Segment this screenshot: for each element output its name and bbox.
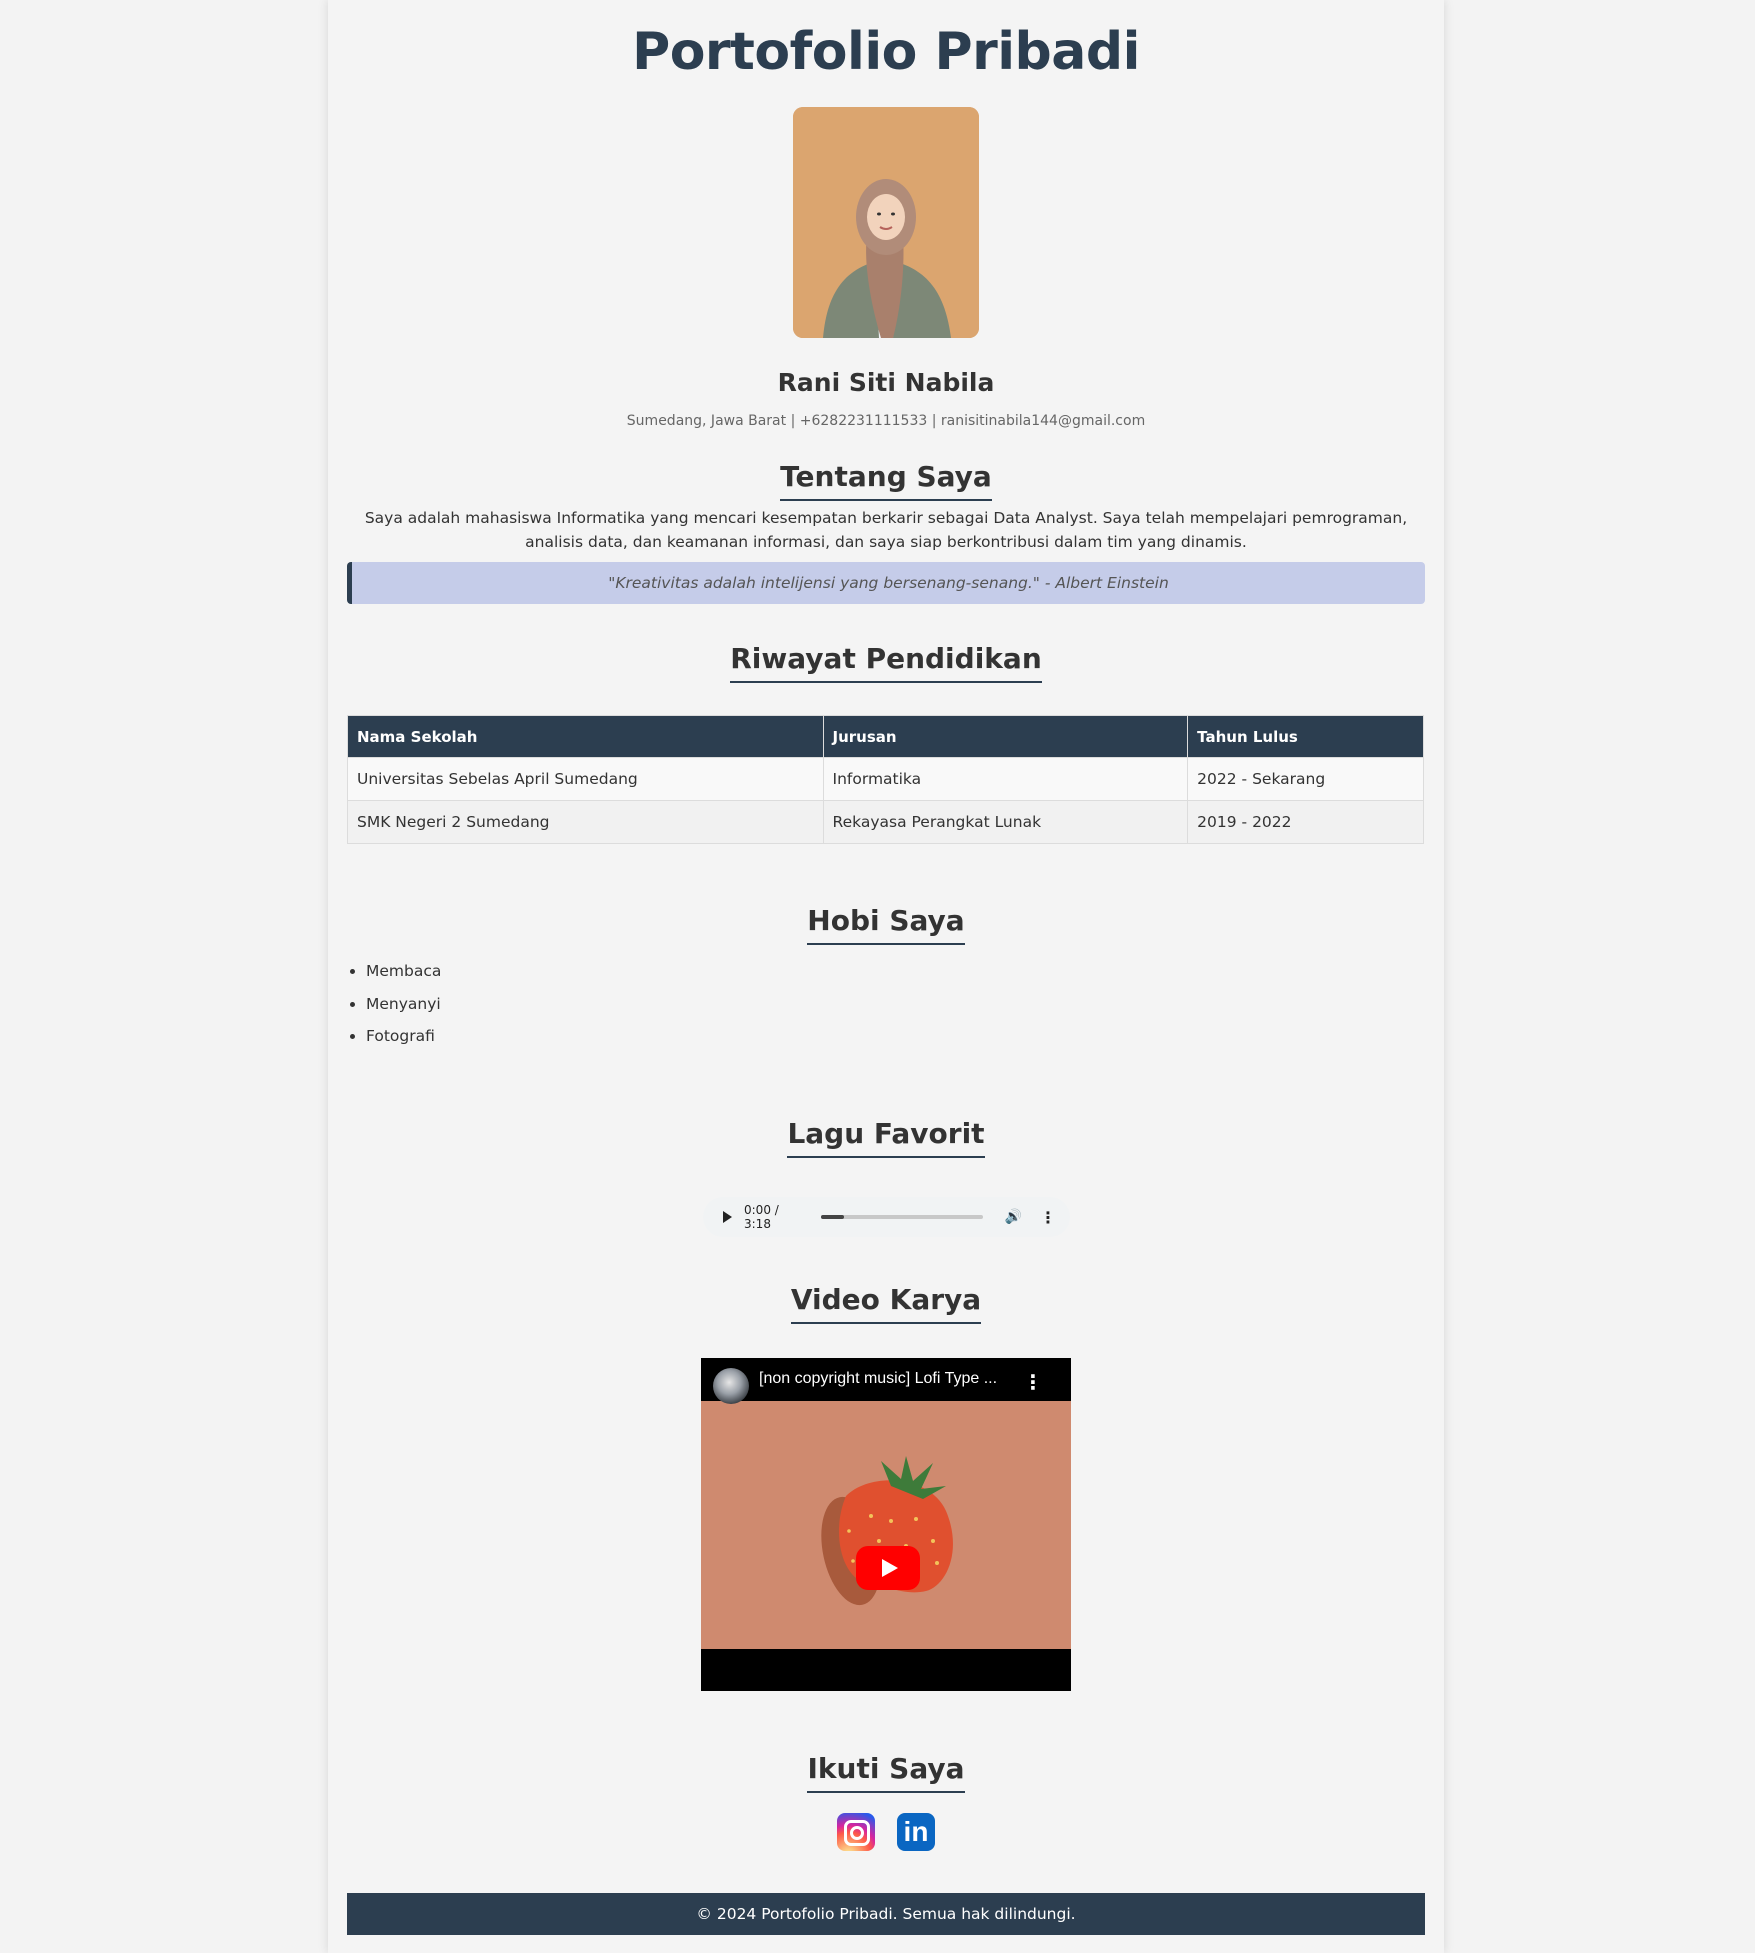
table-cell-school: SMK Negeri 2 Sumedang (347, 800, 824, 844)
instagram-icon[interactable] (837, 1813, 875, 1851)
audio-player: 0:00 / 3:18 🔊 ⋮ (703, 1197, 1070, 1237)
about-text: Saya adalah mahasiswa Informatika yang m… (364, 509, 1408, 551)
list-item: Fotografi (366, 1025, 441, 1058)
table-header-row: Nama Sekolah Jurusan Tahun Lulus (347, 715, 1424, 758)
audio-seek-bar[interactable] (821, 1215, 983, 1219)
table-cell-year: 2022 - Sekarang (1187, 757, 1424, 801)
video-heading: Video Karya (790, 1283, 982, 1324)
youtube-play-button[interactable] (856, 1546, 920, 1590)
more-vertical-icon[interactable]: ⋮ (1023, 1370, 1043, 1394)
profile-name: Rani Siti Nabila (777, 368, 995, 397)
hobbies-section-title: Hobi Saya (328, 904, 1444, 945)
education-heading: Riwayat Pendidikan (730, 642, 1042, 683)
table-cell-major: Informatika (822, 757, 1189, 801)
quote-block: "Kreativitas adalah intelijensi yang ber… (347, 562, 1425, 604)
table-header-year: Tahun Lulus (1187, 715, 1424, 758)
about-section-title: Tentang Saya (328, 460, 1444, 501)
volume-icon[interactable]: 🔊 (1005, 1209, 1022, 1225)
music-section-title: Lagu Favorit (328, 1117, 1444, 1158)
more-vertical-icon[interactable]: ⋮ (1040, 1208, 1056, 1227)
page-title: Portofolio Pribadi (632, 22, 1140, 82)
profile-photo (793, 107, 979, 338)
video-embed[interactable]: [non copyright music] Lofi Type ... ⋮ (701, 1358, 1071, 1691)
table-cell-school: Universitas Sebelas April Sumedang (347, 757, 824, 801)
audio-time: 0:00 / 3:18 (744, 1203, 779, 1231)
portfolio-page: Portofolio Pribadi Rani Siti Nabila Sume… (328, 0, 1444, 1953)
list-item: Menyanyi (366, 993, 441, 1026)
linkedin-icon[interactable]: in (897, 1813, 935, 1851)
profile-photo-illustration (793, 107, 979, 338)
music-heading: Lagu Favorit (787, 1117, 985, 1158)
list-item: Membaca (366, 960, 441, 993)
hobbies-list: Membaca Menyanyi Fotografi (366, 960, 441, 1058)
profile-contact: Sumedang, Jawa Barat | +6282231111533 | … (626, 413, 1146, 429)
table-row: Universitas Sebelas April Sumedang Infor… (347, 757, 1424, 801)
video-thumbnail (701, 1401, 1071, 1649)
play-icon[interactable] (723, 1211, 732, 1223)
about-heading: Tentang Saya (780, 460, 992, 501)
table-header-school: Nama Sekolah (347, 715, 824, 758)
table-cell-major: Rekayasa Perangkat Lunak (822, 800, 1189, 844)
social-section-title: Ikuti Saya (328, 1752, 1444, 1793)
footer: © 2024 Portofolio Pribadi. Semua hak dil… (347, 1893, 1425, 1935)
video-section-title: Video Karya (328, 1283, 1444, 1324)
strawberry-illustration (821, 1456, 953, 1606)
social-heading: Ikuti Saya (807, 1752, 965, 1793)
table-cell-year: 2019 - 2022 (1187, 800, 1424, 844)
audio-progress-fill (821, 1215, 844, 1219)
channel-avatar[interactable] (713, 1368, 749, 1404)
education-table: Nama Sekolah Jurusan Tahun Lulus Univers… (347, 715, 1424, 844)
table-row: SMK Negeri 2 Sumedang Rekayasa Perangkat… (347, 800, 1424, 844)
video-title[interactable]: [non copyright music] Lofi Type ... (759, 1370, 997, 1388)
table-header-major: Jurusan (822, 715, 1189, 758)
social-links: in (328, 1813, 1444, 1851)
hobbies-heading: Hobi Saya (807, 904, 965, 945)
education-section-title: Riwayat Pendidikan (328, 642, 1444, 683)
